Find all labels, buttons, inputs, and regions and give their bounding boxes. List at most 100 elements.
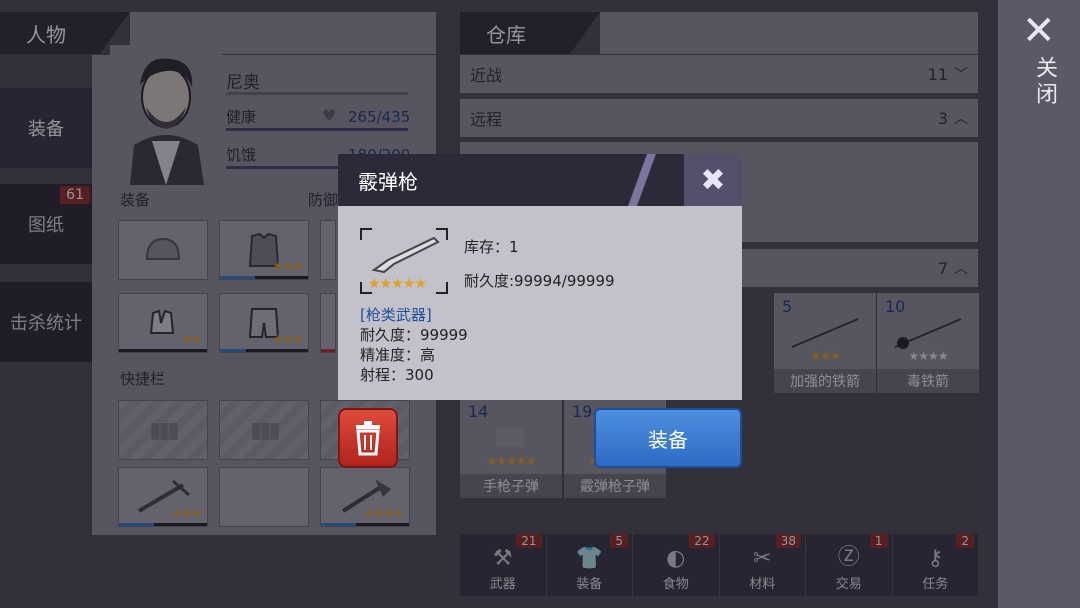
discard-button[interactable] <box>338 408 398 468</box>
modal-stat-range: 射程：300 <box>360 366 434 384</box>
character-header: 人物 <box>0 12 130 54</box>
equip-slot-feet[interactable] <box>320 293 336 353</box>
legs-stars: ★★★ <box>272 332 303 346</box>
item-count: 14 <box>468 402 489 421</box>
hunger-label: 饥饿 <box>226 146 257 164</box>
modal-close-button[interactable]: ✖ <box>684 154 742 206</box>
chevron-up-icon: ︿ <box>954 261 968 277</box>
item-count: 19 <box>572 402 593 421</box>
modal-stock: 库存：1 <box>464 238 519 256</box>
melee-label: 近战 <box>470 66 503 85</box>
character-header-label: 人物 <box>26 22 66 47</box>
ranged-count: 3 <box>937 108 948 128</box>
header-decoration <box>602 154 682 206</box>
health-label: 健康 <box>226 108 257 126</box>
quickbar-slot-2[interactable]: ▮▮▮ <box>219 400 309 460</box>
tab-weapons[interactable]: 21 ⚒ 武器 <box>460 534 547 596</box>
quickbar-slot-6[interactable]: ★★★★ <box>320 467 410 527</box>
key-icon: ⚷ <box>927 546 944 571</box>
item-frame: ★★★★★ <box>360 228 448 294</box>
wh-item-poison-iron-arrow[interactable]: 10 ★★★★ 毒铁箭 <box>877 293 979 393</box>
close-panel[interactable]: ✕ 关闭 <box>998 0 1080 608</box>
modal-body: ★★★★★ 库存：1 耐久度:99994/99999 [枪类武器] 耐久度：99… <box>338 206 742 400</box>
health-value: 265/435 <box>348 108 411 126</box>
melee-category[interactable]: 近战 11 ﹀ <box>460 55 978 93</box>
item-name: 霰弹枪子弹 <box>564 474 666 498</box>
quickbar-4-stars: ★★★ <box>171 506 202 520</box>
tab-food[interactable]: 22 ◐ 食物 <box>633 534 720 596</box>
helmet-icon <box>145 237 181 260</box>
nav-kill-stats[interactable]: 击杀统计 <box>0 282 92 362</box>
tab-label: 装备 <box>576 577 603 592</box>
modal-title: 霰弹枪 <box>358 169 418 194</box>
nav-blueprints-label: 图纸 <box>28 215 64 236</box>
quickbar-slot-5[interactable] <box>219 467 309 527</box>
ammo-count: 7 <box>937 258 948 278</box>
equip-button[interactable]: 装备 <box>594 408 742 468</box>
material-icon: ✂ <box>753 546 772 571</box>
tab-equipment[interactable]: 5 👕 装备 <box>547 534 633 596</box>
tab-badge: 1 <box>869 534 888 548</box>
tab-trade[interactable]: 1 Ⓩ 交易 <box>806 534 893 596</box>
equip-slot-head[interactable] <box>118 220 208 280</box>
item-detail-modal: 霰弹枪 ✖ ★★★★★ 库存：1 耐久度:99994/99999 [枪类武器] … <box>338 154 742 400</box>
ranged-label: 远程 <box>470 110 503 129</box>
equip-slot-hands[interactable]: ★★ <box>118 293 208 353</box>
shotgun-icon <box>371 236 440 274</box>
item-name: 手枪子弹 <box>460 474 562 498</box>
modal-category: [枪类武器] <box>360 306 432 324</box>
tab-materials[interactable]: 38 ✂ 材料 <box>720 534 806 596</box>
gloves-icon <box>149 309 175 334</box>
close-icon: ✖ <box>700 162 726 198</box>
category-tabs: 21 ⚒ 武器 5 👕 装备 22 ◐ 食物 38 ✂ 材料 1 Ⓩ 交易 2 … <box>460 534 978 596</box>
equip-section-label: 装备 <box>120 191 151 209</box>
tab-label: 材料 <box>749 577 776 592</box>
modal-durability: 耐久度:99994/99999 <box>464 272 615 290</box>
poison-arrow-icon <box>894 318 962 349</box>
meat-icon: ◐ <box>666 546 686 571</box>
tab-badge: 38 <box>775 534 801 548</box>
ranged-category[interactable]: 远程 3 ︿ <box>460 99 978 137</box>
tab-label: 武器 <box>489 577 516 592</box>
body-stars: ★★★ <box>272 259 303 273</box>
modal-stat-durability: 耐久度：99999 <box>360 326 468 344</box>
tab-quests[interactable]: 2 ⚷ 任务 <box>893 534 979 596</box>
name-underline <box>226 92 408 95</box>
tab-label: 食物 <box>662 577 689 592</box>
wh-item-reinforced-iron-arrow[interactable]: 5 ★★★ 加强的铁箭 <box>774 293 876 393</box>
item-name: 加强的铁箭 <box>774 369 876 393</box>
modal-stat-accuracy: 精准度：高 <box>360 346 436 364</box>
nav-equipment[interactable]: 装备 <box>0 88 92 168</box>
ammo-placeholder-icon: ▮▮▮ <box>250 417 280 443</box>
quickbar-slot-4[interactable]: ★★★ <box>118 467 208 527</box>
character-name: 尼奥 <box>226 73 260 93</box>
item-stars: ★★★★★ <box>368 276 427 292</box>
bullets-icon: ▮▮▮ <box>494 422 526 450</box>
health-bar <box>226 128 408 131</box>
warehouse-header: 仓库 <box>460 12 600 54</box>
modal-header: 霰弹枪 <box>338 154 742 206</box>
tab-badge: 2 <box>956 534 974 548</box>
chevron-down-icon: ﹀ <box>954 67 968 83</box>
warehouse-header-strip <box>600 12 978 54</box>
hands-stars: ★★ <box>181 332 201 346</box>
quickbar-slot-1[interactable]: ▮▮▮ <box>118 400 208 460</box>
item-stars: ★★★★ <box>908 349 948 363</box>
character-portrait <box>110 45 222 185</box>
nav-blueprints[interactable]: 图纸 61 <box>0 184 92 264</box>
heart-icon: ♥ <box>322 106 337 125</box>
warehouse-title: 仓库 <box>486 22 526 47</box>
nav-kill-stats-label: 击杀统计 <box>10 313 82 334</box>
tab-label: 任务 <box>922 577 949 592</box>
tab-badge: 5 <box>610 534 628 548</box>
equip-slot-body[interactable]: ★★★ <box>219 220 309 280</box>
quickbar-label: 快捷栏 <box>120 370 166 388</box>
equip-slot-extra[interactable] <box>320 220 336 280</box>
defense-label: 防御 <box>308 191 339 209</box>
nav-blueprints-badge: 61 <box>60 186 90 204</box>
coin-icon: Ⓩ <box>837 545 860 570</box>
close-icon[interactable]: ✕ <box>1022 8 1056 54</box>
item-stars: ★★★★★ <box>486 454 537 468</box>
equip-slot-legs[interactable]: ★★★ <box>219 293 309 353</box>
wh-item-pistol-ammo[interactable]: 14 ▮▮▮ ★★★★★ 手枪子弹 <box>460 398 562 498</box>
